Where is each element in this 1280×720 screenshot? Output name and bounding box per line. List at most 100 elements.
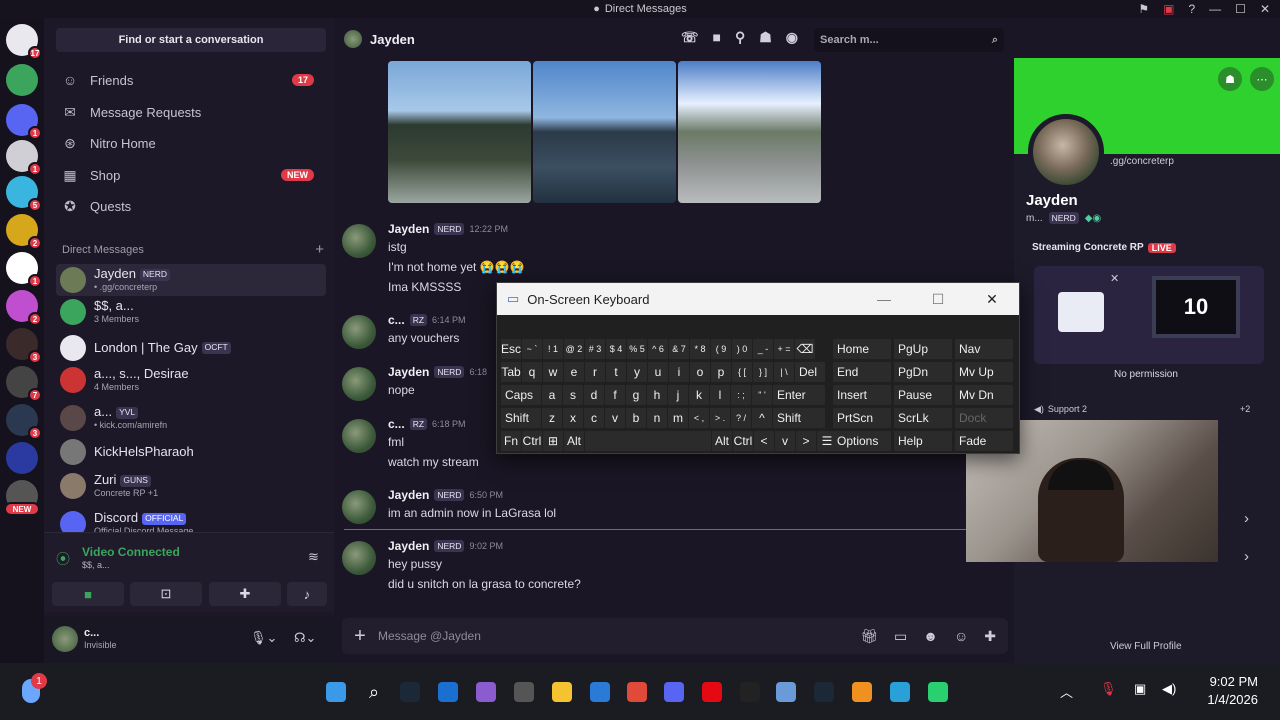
osk-key[interactable]: : ; xyxy=(731,385,751,405)
osk-key[interactable]: Pause xyxy=(894,385,952,405)
osk-close-button[interactable]: ✕ xyxy=(965,283,1019,315)
nav-message-requests[interactable]: ✉ Message Requests xyxy=(56,98,326,126)
osk-key[interactable]: < xyxy=(754,431,774,451)
soundboard-button[interactable]: ♪ xyxy=(287,582,327,606)
avatar[interactable] xyxy=(344,30,362,48)
osk-key[interactable]: t xyxy=(606,362,626,382)
osk-key[interactable]: Enter xyxy=(773,385,825,405)
help-icon[interactable]: ? xyxy=(1188,2,1195,16)
screenshare-button[interactable]: ⊡ xyxy=(130,582,202,606)
osk-key[interactable]: % 5 xyxy=(627,339,647,359)
chrome-icon[interactable] xyxy=(627,682,647,702)
attachment-image[interactable] xyxy=(533,61,676,203)
osk-key[interactable]: g xyxy=(626,385,646,405)
osk-key[interactable]: Options xyxy=(833,431,891,451)
outlook-icon[interactable] xyxy=(438,682,458,702)
osk-key[interactable]: Ctrl xyxy=(522,431,542,451)
osk-key[interactable]: Fade xyxy=(955,431,1013,451)
gift-icon[interactable]: 🎁︎ xyxy=(860,628,878,645)
osk-key[interactable]: Shift xyxy=(501,408,541,428)
call-icon[interactable]: ☏ xyxy=(681,29,699,46)
osk-key[interactable]: Tab xyxy=(501,362,521,382)
message-author[interactable]: c... xyxy=(388,313,405,327)
osk-key[interactable]: Ctrl xyxy=(733,431,753,451)
osk-key[interactable]: Caps xyxy=(501,385,541,405)
osk-key[interactable]: Shift xyxy=(773,408,825,428)
app-icon[interactable] xyxy=(476,682,496,702)
dm-item[interactable]: KickHelsPharaoh xyxy=(56,436,326,468)
add-friend-button[interactable]: ☗ xyxy=(1218,67,1242,91)
voice-channel[interactable]: $$, a... xyxy=(82,560,110,570)
inbox-icon[interactable]: ⚑ xyxy=(1138,2,1149,16)
osk-key[interactable]: i xyxy=(669,362,689,382)
avatar[interactable] xyxy=(52,626,78,652)
sticker-icon[interactable]: ☻ xyxy=(923,628,938,645)
minimize-button[interactable]: — xyxy=(1209,2,1221,16)
server-icon[interactable]: 3 xyxy=(6,404,42,440)
message-author[interactable]: Jayden xyxy=(388,365,429,379)
nav-shop[interactable]: ▦ Shop NEW xyxy=(56,161,326,189)
dm-item[interactable]: Zuri GUNS Concrete RP +1 xyxy=(56,470,326,502)
osk-key[interactable]: " ' xyxy=(752,385,772,405)
osk-key[interactable]: q xyxy=(522,362,542,382)
osk-key[interactable]: | \ xyxy=(774,362,794,382)
activity-button[interactable]: ✚ xyxy=(209,582,281,606)
camera-button[interactable]: ■ xyxy=(52,582,124,606)
view-full-profile-link[interactable]: View Full Profile xyxy=(1110,641,1182,652)
record-icon[interactable]: ▣ xyxy=(1163,2,1174,16)
osk-key[interactable]: { [ xyxy=(732,362,752,382)
search-input[interactable]: Search m... ⌕ xyxy=(814,28,1004,52)
network-icon[interactable]: ▣ xyxy=(1134,681,1146,697)
server-icon[interactable]: 3 xyxy=(6,328,42,364)
server-icon[interactable]: 1 xyxy=(6,104,42,140)
chat-recipient[interactable]: Jayden xyxy=(370,32,415,47)
voice-channel-row[interactable]: ◀) Support 2 +2 xyxy=(1034,404,1250,415)
osk-key[interactable]: r xyxy=(585,362,605,382)
pin-icon[interactable]: ⚲ xyxy=(735,29,745,46)
server-icon[interactable]: 7 xyxy=(6,366,42,402)
avatar[interactable] xyxy=(342,367,376,401)
osk-key[interactable]: u xyxy=(648,362,668,382)
chevron-right-icon[interactable]: › xyxy=(1244,548,1249,565)
steam-icon[interactable] xyxy=(400,682,420,702)
create-dm-button[interactable]: + xyxy=(315,242,324,257)
attachment-image[interactable] xyxy=(388,61,531,203)
osk-key[interactable]: ScrLk xyxy=(894,408,952,428)
osk-key[interactable]: l xyxy=(710,385,730,405)
osk-key[interactable]: e xyxy=(564,362,584,382)
osk-key[interactable]: ( 9 xyxy=(711,339,731,359)
start-icon[interactable] xyxy=(326,682,346,702)
osk-key[interactable]: ~ ` xyxy=(522,339,542,359)
server-icon[interactable] xyxy=(6,64,38,96)
osk-key[interactable]: w xyxy=(543,362,563,382)
message-author[interactable]: Jayden xyxy=(388,488,429,502)
server-icon[interactable]: 1 xyxy=(6,140,42,176)
osk-key[interactable]: Nav xyxy=(955,339,1013,359)
osk-key[interactable] xyxy=(585,431,711,451)
server-link[interactable]: .gg/concreterp xyxy=(1110,156,1174,167)
app-icon[interactable] xyxy=(928,682,948,702)
close-icon[interactable]: ✕ xyxy=(1110,272,1119,285)
video-icon[interactable]: ■ xyxy=(712,29,720,46)
osk-key[interactable]: Mv Dn xyxy=(955,385,1013,405)
osk-key[interactable]: j xyxy=(668,385,688,405)
osk-key[interactable]: End xyxy=(833,362,891,382)
osk-key[interactable]: s xyxy=(563,385,583,405)
server-icon[interactable]: 17 xyxy=(6,24,42,60)
profile-icon[interactable]: ◉ xyxy=(786,29,798,46)
osk-key[interactable]: < , xyxy=(689,408,709,428)
osk-key[interactable]: m xyxy=(668,408,688,428)
store-icon[interactable] xyxy=(590,682,610,702)
noise-suppression-icon[interactable]: ≋ xyxy=(308,549,319,565)
gif-icon[interactable]: ▭ xyxy=(894,628,907,645)
osk-key[interactable]: & 7 xyxy=(669,339,689,359)
apps-icon[interactable]: ✚ xyxy=(984,628,996,645)
osk-key[interactable]: $ 4 xyxy=(606,339,626,359)
osk-key[interactable]: Alt xyxy=(564,431,584,451)
osk-key[interactable]: y xyxy=(627,362,647,382)
mic-tray-icon[interactable]: 🎙︎ xyxy=(1100,681,1117,697)
more-button[interactable]: ⋯ xyxy=(1250,67,1274,91)
mic-icon[interactable]: 🎙︎⌄ xyxy=(250,630,277,646)
osk-key[interactable]: v xyxy=(775,431,795,451)
avatar[interactable] xyxy=(342,490,376,524)
